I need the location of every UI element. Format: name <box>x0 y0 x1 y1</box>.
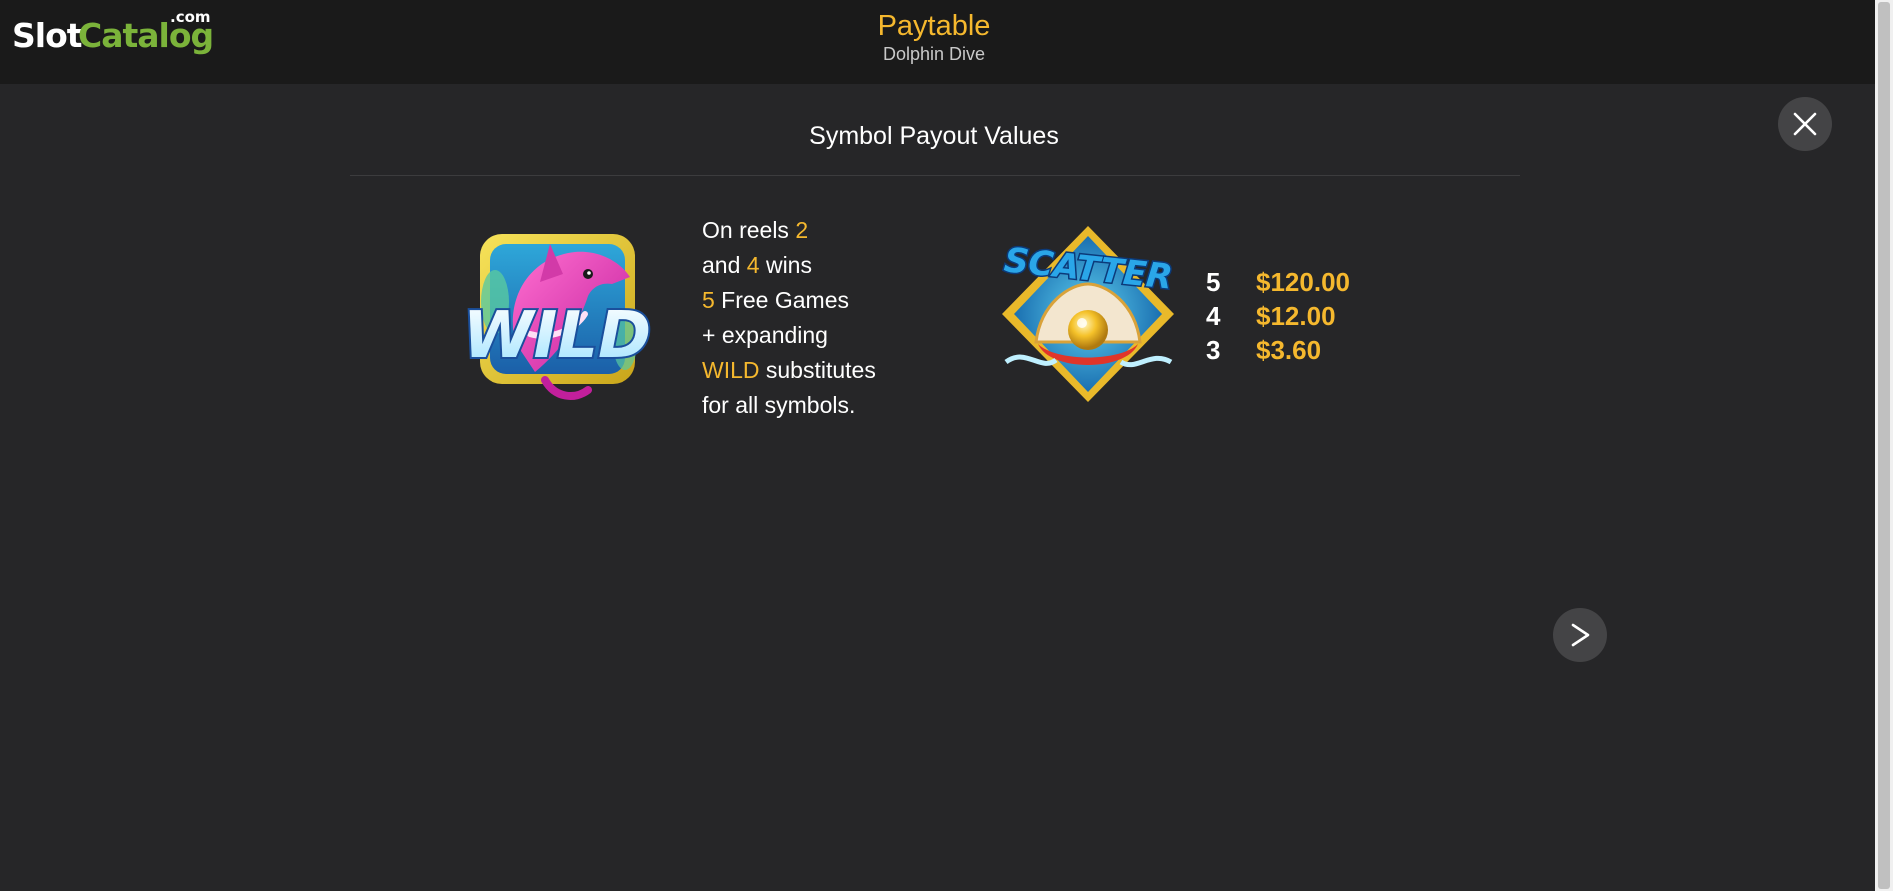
chevron-right-icon <box>1571 623 1590 647</box>
wild-symbol-text: WILD <box>463 299 651 373</box>
wild-description: On reels 2 and 4 wins 5 Free Games + exp… <box>702 217 876 418</box>
scrollbar-thumb[interactable] <box>1878 2 1890 889</box>
section-title: Symbol Payout Values <box>809 122 1059 150</box>
page-title: Paytable <box>877 10 991 42</box>
close-icon <box>1793 112 1817 136</box>
payout-amount: $3.60 <box>1256 335 1322 365</box>
divider <box>350 175 1520 176</box>
payout-amount: $120.00 <box>1256 267 1350 297</box>
vertical-scrollbar[interactable] <box>1875 0 1893 891</box>
top-bar: Slot Catalog .com Paytable Dolphin Dive <box>0 0 1893 84</box>
payout-count: 3 <box>1206 335 1221 365</box>
game-name: Dolphin Dive <box>882 44 986 64</box>
payout-amount: $12.00 <box>1256 301 1336 331</box>
next-page-button[interactable] <box>1553 608 1607 662</box>
payout-count: 5 <box>1206 267 1221 297</box>
scatter-symbol: SCATTER <box>996 222 1181 407</box>
wild-symbol: WILD <box>460 222 655 412</box>
payout-count: 4 <box>1206 301 1221 331</box>
close-button[interactable] <box>1778 97 1832 151</box>
